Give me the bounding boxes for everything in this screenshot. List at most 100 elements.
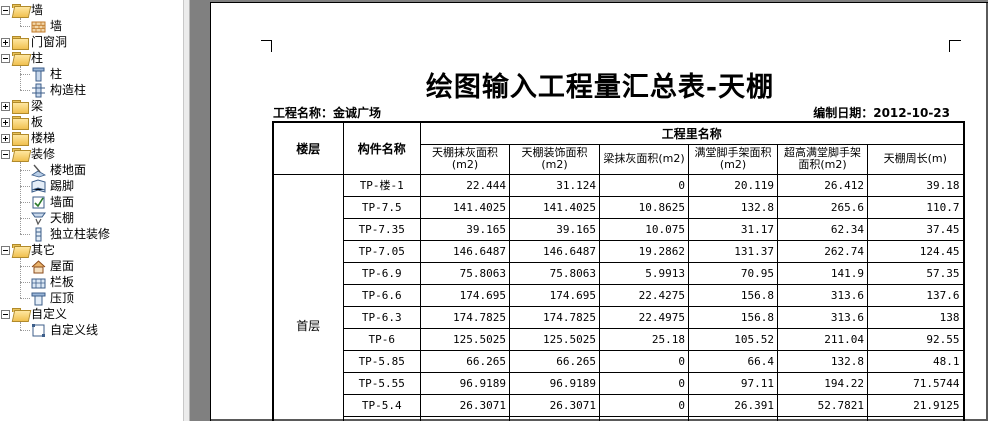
table-row: TP-7.05 146.6487 146.6487 19.2862 131.37 262.… xyxy=(273,239,964,263)
expand-toggle-icon[interactable] xyxy=(1,133,10,143)
value-cell: 31.124 xyxy=(509,173,600,197)
tree-folder[interactable]: 柱 xyxy=(1,50,43,66)
tree-folder[interactable]: 板 xyxy=(1,114,43,130)
tree-folder[interactable]: 门窗洞 xyxy=(1,34,67,50)
tree-leaf[interactable]: 独立柱装修 xyxy=(31,226,110,242)
value-cell: 22.4275 xyxy=(599,283,689,307)
tree-connector xyxy=(20,26,30,27)
tree-connector xyxy=(20,202,30,203)
component-name-cell: TP-6.3 xyxy=(342,305,421,329)
value-cell: 262.74 xyxy=(777,239,868,263)
value-cell: 48.1 xyxy=(867,349,964,373)
tree-leaf[interactable]: 柱 xyxy=(31,66,62,82)
wall-icon xyxy=(31,19,46,34)
folder-icon xyxy=(12,99,29,114)
value-cell: 66.4 xyxy=(688,349,778,373)
tree-guide-line xyxy=(20,322,21,330)
ceiling-icon xyxy=(31,211,46,226)
value-cell xyxy=(599,415,689,421)
tree-leaf[interactable]: 楼地面 xyxy=(31,162,86,178)
coping-icon xyxy=(31,291,46,306)
header-col-3: 满堂脚手架面积(m2) xyxy=(688,143,778,175)
value-cell: 39.18 xyxy=(867,173,964,197)
tree-leaf[interactable]: 墙面 xyxy=(31,194,74,210)
tree-leaf[interactable]: 踢脚 xyxy=(31,178,74,194)
value-cell: 92.55 xyxy=(867,327,964,351)
value-cell: 0 xyxy=(599,371,689,395)
value-cell: 156.8 xyxy=(688,283,778,307)
tree-folder[interactable]: 墙 xyxy=(1,2,43,18)
table-row: 首层 TP-楼-1 22.444 31.124 0 20.119 26.412 39.18 xyxy=(272,173,964,421)
value-cell: 141.4025 xyxy=(420,195,510,219)
tree-connector xyxy=(20,218,30,219)
tree-folder[interactable]: 装修 xyxy=(1,146,55,162)
value-cell: 31.17 xyxy=(688,217,778,241)
tree-folder[interactable]: 其它 xyxy=(1,242,55,258)
component-name-cell: TP-7.05 xyxy=(342,239,421,263)
tree-node-label: 梁 xyxy=(31,99,44,113)
folder-icon xyxy=(12,115,29,130)
value-cell: 146.6487 xyxy=(420,239,510,263)
value-cell: 21.9125 xyxy=(867,393,964,417)
tree-node-label: 独立柱装修 xyxy=(50,227,111,241)
tree-folder[interactable]: 楼梯 xyxy=(1,130,55,146)
value-cell xyxy=(688,415,778,421)
value-cell: 25.18 xyxy=(599,327,689,351)
value-cell: 57.35 xyxy=(867,261,964,285)
collapse-toggle-icon[interactable] xyxy=(1,149,10,159)
component-name-cell: TP-5.85 xyxy=(342,349,421,373)
tree-node-label: 墙 xyxy=(50,19,63,33)
value-cell: 131.37 xyxy=(688,239,778,263)
folder-icon xyxy=(12,307,28,321)
tree-leaf[interactable]: 屋面 xyxy=(31,258,74,274)
expand-toggle-icon[interactable] xyxy=(1,101,10,111)
tree-leaf[interactable]: 栏板 xyxy=(31,274,74,290)
collapse-toggle-icon[interactable] xyxy=(1,245,10,255)
component-name-cell: TP-7.35 xyxy=(342,217,421,241)
table-row: TP-7.35 39.165 39.165 10.075 31.17 62.34 37.45 xyxy=(273,217,964,241)
value-cell: 313.6 xyxy=(777,305,868,329)
tree-node-label: 踢脚 xyxy=(50,179,75,193)
tree-node-label: 装修 xyxy=(31,147,56,161)
expand-toggle-icon[interactable] xyxy=(1,37,10,47)
crop-mark-right-v xyxy=(949,40,950,52)
value-cell: 75.8063 xyxy=(420,261,510,285)
tree-leaf[interactable]: 自定义线 xyxy=(31,322,98,338)
tree-leaf[interactable]: 天棚 xyxy=(31,210,74,226)
tree-node-label: 门窗洞 xyxy=(31,35,68,49)
tree-folder[interactable]: 梁 xyxy=(1,98,43,114)
tree-leaf[interactable]: 压顶 xyxy=(31,290,74,306)
tree-connector xyxy=(20,282,30,283)
value-cell: 96.9189 xyxy=(509,371,600,395)
report-body: 首层 TP-楼-1 22.444 31.124 0 20.119 26.412 39.18 TP… xyxy=(272,173,964,421)
tree-connector xyxy=(20,90,30,91)
value-cell: 265.6 xyxy=(777,195,868,219)
tree-leaf[interactable]: 构造柱 xyxy=(31,82,86,98)
table-row: TP-5.85 66.265 66.265 0 66.4 132.8 48.1 xyxy=(273,349,964,373)
header-col-5: 天棚周长(m) xyxy=(867,143,964,175)
table-row: TP-7.5 141.4025 141.4025 10.8625 132.8 265.6 1… xyxy=(273,195,964,219)
value-cell: 39.165 xyxy=(509,217,600,241)
header-col-1: 天棚装饰面积(m2) xyxy=(509,143,600,175)
collapse-toggle-icon[interactable] xyxy=(1,309,10,319)
header-col-4: 超高满堂脚手架面积(m2) xyxy=(777,143,868,175)
value-cell: 20.119 xyxy=(688,173,778,197)
column-finish-icon xyxy=(31,227,46,242)
value-cell: 125.5025 xyxy=(420,327,510,351)
tree-folder[interactable]: 自定义 xyxy=(1,306,67,322)
tree-node-label: 天棚 xyxy=(50,211,75,225)
value-cell: 146.6487 xyxy=(509,239,600,263)
report-title: 绘图输入工程量汇总表-天棚 xyxy=(425,72,775,103)
value-cell xyxy=(420,415,510,421)
tree-leaf[interactable]: 墙 xyxy=(31,18,62,34)
component-name-cell: TP-6 xyxy=(342,327,421,351)
expand-toggle-icon[interactable] xyxy=(1,117,10,127)
collapse-toggle-icon[interactable] xyxy=(1,5,10,15)
component-name-cell: TP-5.55 xyxy=(342,371,421,395)
tree-guide-line xyxy=(20,258,21,298)
value-cell: 137.6 xyxy=(867,283,964,307)
value-cell xyxy=(867,415,964,421)
crop-mark-right-h xyxy=(949,40,961,41)
collapse-toggle-icon[interactable] xyxy=(1,53,10,63)
value-cell: 75.8063 xyxy=(509,261,600,285)
